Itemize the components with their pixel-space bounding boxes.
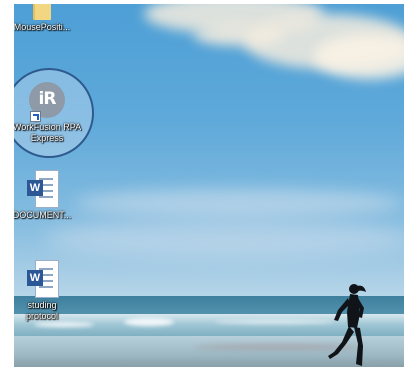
desktop-icon-mouseposition[interactable]: MousePositi... (14, 4, 78, 33)
word-document-icon: W (27, 260, 59, 298)
word-document-icon: W (27, 170, 59, 208)
word-badge: W (27, 180, 43, 196)
desktop-icon-label: WorkFusion RPA Express (14, 122, 82, 143)
rpa-express-logo-text: iR (38, 89, 57, 109)
wallpaper-haze (44, 219, 404, 259)
shortcut-arrow-icon (30, 111, 41, 122)
desktop-icon-rpa-express[interactable]: iR WorkFusion RPA Express (14, 82, 83, 144)
wallpaper-haze (74, 189, 404, 217)
desktop-icon-document[interactable]: W DOCUMENT... (14, 170, 78, 221)
desktop-icon-label: studing protocol (25, 300, 59, 321)
desktop-icon-label: DOCUMENT... (14, 210, 72, 220)
word-badge: W (27, 270, 43, 286)
wallpaper-foam (34, 322, 94, 327)
desktop: MousePositi... iR WorkFusion RPA Express… (14, 4, 404, 367)
desktop-icon-studing-protocol[interactable]: W studing protocol (14, 260, 78, 322)
runner-silhouette (328, 284, 366, 366)
wallpaper-foam (214, 320, 334, 324)
folder-icon (31, 4, 53, 20)
rpa-express-icon: iR (29, 82, 65, 122)
wallpaper-foam (124, 318, 174, 326)
desktop-icon-label: MousePositi... (14, 22, 71, 32)
